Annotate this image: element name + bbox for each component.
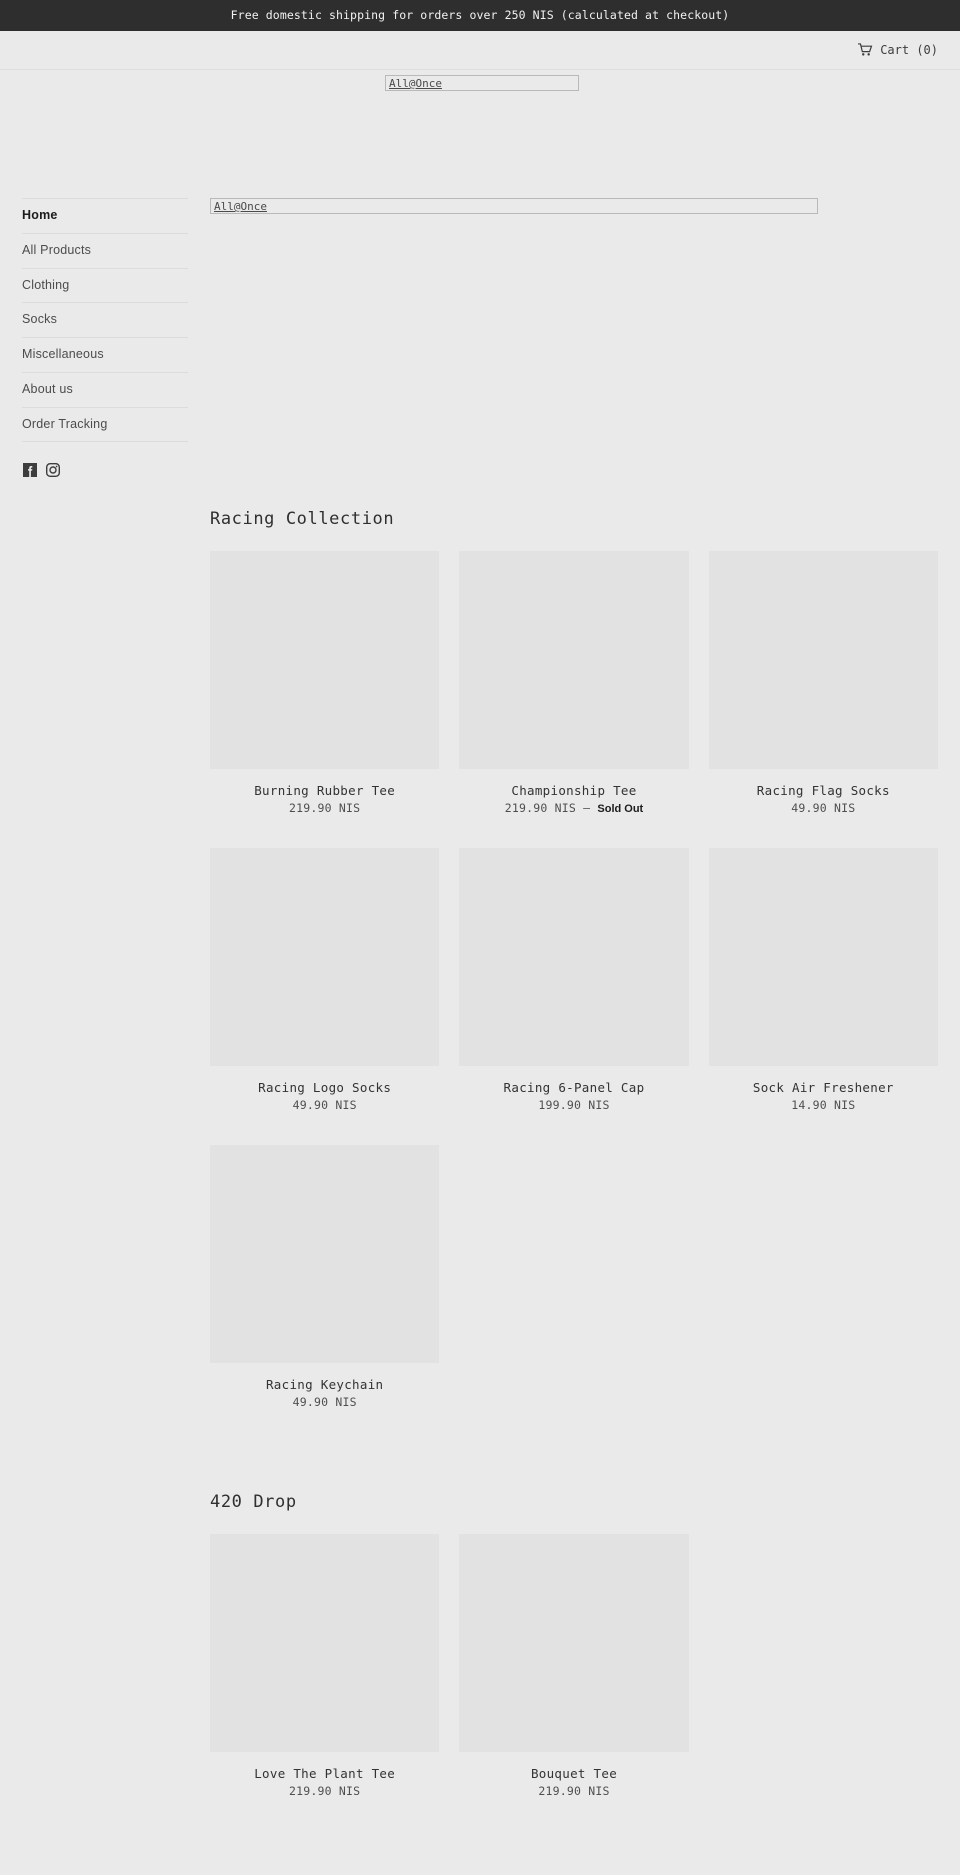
facebook-icon[interactable] bbox=[23, 463, 37, 478]
product-card[interactable]: Sock Air Freshener 14.90 NIS bbox=[699, 848, 948, 1113]
product-title: Burning Rubber Tee bbox=[254, 783, 396, 798]
sidebar-item-clothing[interactable]: Clothing bbox=[22, 269, 188, 303]
product-image-placeholder bbox=[210, 848, 440, 1067]
cart-label: Cart (0) bbox=[880, 43, 938, 57]
product-title: Championship Tee bbox=[511, 783, 637, 798]
collection-title: 420 Drop bbox=[210, 1491, 297, 1512]
product-price: 49.90 NIS bbox=[709, 801, 938, 816]
product-card[interactable]: Burning Rubber Tee 219.90 NIS bbox=[200, 551, 449, 816]
product-grid: Burning Rubber Tee 219.90 NIS Championship… bbox=[200, 551, 948, 1442]
main-content: All@Once Racing Collection Burning Rubbe… bbox=[210, 198, 960, 1831]
sidebar: Home All Products Clothing Socks Miscellaneo… bbox=[0, 198, 210, 478]
instagram-icon[interactable] bbox=[46, 463, 60, 478]
product-price: 219.90 NIS — Sold Out bbox=[459, 801, 688, 816]
announcement-text: Free domestic shipping for orders over 2… bbox=[230, 7, 730, 22]
sidebar-item-miscellaneous[interactable]: Miscellaneous bbox=[22, 338, 188, 372]
collection-section: Racing Collection Burning Rubber Tee 219.… bbox=[210, 217, 938, 1442]
sidebar-item: Home bbox=[22, 198, 188, 234]
sidebar-item-all-products[interactable]: All Products bbox=[22, 234, 188, 268]
product-price: 49.90 NIS bbox=[210, 1394, 439, 1410]
product-image-placeholder bbox=[459, 848, 689, 1067]
product-price-amount: 49.90 NIS bbox=[292, 1098, 357, 1113]
price-separator: — bbox=[583, 801, 591, 815]
product-price: 219.90 NIS bbox=[459, 1783, 688, 1799]
product-card[interactable]: Bouquet Tee 219.90 NIS bbox=[449, 1533, 698, 1799]
sidebar-item-home[interactable]: Home bbox=[22, 199, 188, 233]
product-title: Love The Plant Tee bbox=[254, 1765, 396, 1781]
sidebar-item: Socks bbox=[22, 303, 188, 338]
product-card[interactable]: Love The Plant Tee 219.90 NIS bbox=[200, 1533, 449, 1799]
sidebar-item: Miscellaneous bbox=[22, 338, 188, 373]
status-badge: Sold Out bbox=[597, 803, 644, 815]
hero-broken-image[interactable]: All@Once bbox=[210, 198, 818, 214]
shopping-cart-icon bbox=[858, 43, 873, 57]
product-price: 14.90 NIS bbox=[709, 1098, 938, 1113]
product-grid: Love The Plant Tee 219.90 NIS Bouquet Tee 2… bbox=[200, 1533, 948, 1831]
sidebar-item-order-tracking[interactable]: Order Tracking bbox=[22, 408, 188, 442]
product-card[interactable]: Racing Logo Socks 49.90 NIS bbox=[200, 848, 449, 1113]
product-image-placeholder bbox=[708, 848, 938, 1067]
sidebar-item: All Products bbox=[22, 234, 188, 269]
product-card[interactable]: Championship Tee 219.90 NIS — Sold Out bbox=[449, 551, 698, 816]
collection-section: 420 Drop Love The Plant Tee 219.90 NIS Bou… bbox=[210, 1442, 938, 1831]
product-card[interactable]: Racing Keychain 49.90 NIS bbox=[200, 1144, 449, 1410]
product-price-amount: 14.90 NIS bbox=[791, 1098, 856, 1113]
product-image-placeholder bbox=[708, 551, 938, 769]
sidebar-item-socks[interactable]: Socks bbox=[22, 303, 188, 337]
site-logo-broken-image[interactable]: All@Once bbox=[385, 75, 579, 91]
product-price-amount: 219.90 NIS bbox=[538, 1783, 610, 1798]
collection-title: Racing Collection bbox=[210, 509, 395, 529]
product-image-placeholder bbox=[210, 551, 440, 769]
product-price-amount: 49.90 NIS bbox=[292, 1394, 357, 1409]
product-image-placeholder bbox=[210, 1144, 440, 1363]
sidebar-item: About us bbox=[22, 373, 188, 408]
sidebar-nav: Home All Products Clothing Socks Miscellaneo… bbox=[22, 198, 188, 443]
product-price-amount: 219.90 NIS bbox=[289, 1783, 361, 1798]
product-price-amount: 49.90 NIS bbox=[791, 801, 856, 815]
product-price-amount: 219.90 NIS bbox=[289, 801, 361, 815]
social-links bbox=[22, 442, 188, 478]
product-price: 219.90 NIS bbox=[210, 1783, 439, 1799]
sidebar-item: Order Tracking bbox=[22, 408, 188, 443]
product-title: Racing Flag Socks bbox=[756, 783, 890, 798]
product-title: Sock Air Freshener bbox=[752, 1080, 894, 1096]
product-card[interactable]: Racing 6-Panel Cap 199.90 NIS bbox=[449, 848, 698, 1113]
product-title: Racing Logo Socks bbox=[258, 1080, 392, 1096]
storefront-page: Free domestic shipping for orders over 2… bbox=[0, 0, 960, 1831]
cart-link[interactable]: Cart (0) bbox=[858, 43, 938, 57]
product-title: Bouquet Tee bbox=[530, 1765, 618, 1781]
product-price: 49.90 NIS bbox=[210, 1098, 439, 1113]
product-title: Racing 6-Panel Cap bbox=[503, 1080, 645, 1096]
product-price-amount: 219.90 NIS bbox=[504, 801, 577, 815]
announcement-bar: Free domestic shipping for orders over 2… bbox=[0, 0, 960, 31]
product-card[interactable]: Racing Flag Socks 49.90 NIS bbox=[699, 551, 948, 816]
body-wrap: Home All Products Clothing Socks Miscellaneo… bbox=[0, 89, 960, 1831]
product-image-placeholder bbox=[210, 1533, 440, 1752]
sidebar-item: Clothing bbox=[22, 269, 188, 304]
product-price: 199.90 NIS bbox=[459, 1098, 688, 1113]
utility-bar: Cart (0) bbox=[0, 31, 960, 69]
product-price: 219.90 NIS bbox=[210, 801, 439, 816]
header-logo-row: All@Once bbox=[0, 69, 960, 91]
sidebar-item-about-us[interactable]: About us bbox=[22, 373, 188, 407]
product-image-placeholder bbox=[459, 1533, 689, 1752]
product-price-amount: 199.90 NIS bbox=[538, 1098, 610, 1113]
product-image-placeholder bbox=[459, 551, 689, 769]
product-title: Racing Keychain bbox=[265, 1376, 384, 1392]
